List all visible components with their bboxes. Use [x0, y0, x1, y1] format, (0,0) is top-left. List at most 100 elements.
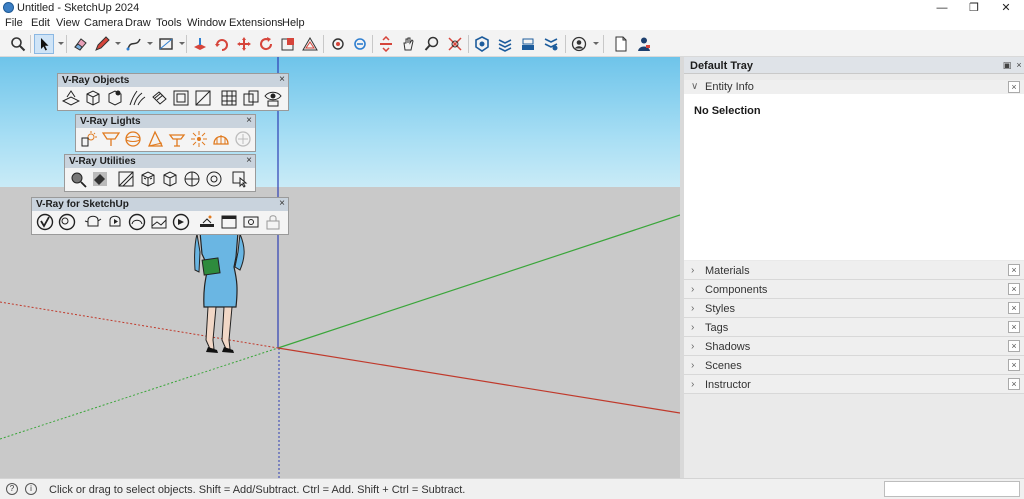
vray-decal-icon[interactable]: [194, 89, 212, 107]
settings-icon[interactable]: [541, 34, 561, 54]
vray-dome-light-icon[interactable]: [212, 130, 230, 148]
vray-spot-light-icon[interactable]: [146, 130, 164, 148]
vray-vfb-icon[interactable]: [220, 213, 238, 231]
menu-extensions[interactable]: Extensions: [229, 17, 283, 29]
vray-enmesh-icon[interactable]: [242, 89, 260, 107]
panel-tags[interactable]: › Tags ×: [684, 318, 1024, 337]
hand-icon[interactable]: [398, 34, 418, 54]
vray-sphere-light-icon[interactable]: [124, 130, 142, 148]
vray-asset-editor-icon[interactable]: [36, 213, 54, 231]
vray-objects-header[interactable]: V-Ray Objects ×: [58, 74, 288, 87]
vray-uv-icon[interactable]: [117, 170, 135, 188]
layers-icon[interactable]: [518, 34, 538, 54]
vray-for-sketchup-header[interactable]: V-Ray for SketchUp ×: [32, 198, 288, 211]
tray-pin-icon[interactable]: ▣: [1002, 60, 1012, 70]
vray-interactive-render-icon[interactable]: [106, 213, 124, 231]
vray-visibility-icon[interactable]: [264, 89, 282, 107]
vray-utilities-close-button[interactable]: ×: [246, 155, 252, 166]
menu-view[interactable]: View: [56, 17, 80, 29]
section-icon[interactable]: [376, 34, 396, 54]
vray-omni-light-icon[interactable]: [190, 130, 208, 148]
rectangle-dropdown-caret[interactable]: [179, 42, 185, 45]
3d-viewport[interactable]: V-Ray Objects × V-Ray Lights × V-Ray Uti…: [0, 57, 680, 478]
extension-icon[interactable]: [495, 34, 515, 54]
panel-styles[interactable]: › Styles ×: [684, 299, 1024, 318]
panel-close-styles[interactable]: ×: [1008, 302, 1020, 314]
push-pull-icon[interactable]: [190, 34, 210, 54]
panel-shadows[interactable]: › Shadows ×: [684, 337, 1024, 356]
vray-mesh-light-icon[interactable]: [234, 130, 252, 148]
vray-plane-icon[interactable]: [62, 89, 80, 107]
menu-tools[interactable]: Tools: [156, 17, 182, 29]
vray-pointer-icon[interactable]: [231, 170, 249, 188]
vray-cube-icon[interactable]: [161, 170, 179, 188]
new-file-icon[interactable]: [611, 34, 631, 54]
panel-close-components[interactable]: ×: [1008, 283, 1020, 295]
panel-instructor[interactable]: › Instructor ×: [684, 375, 1024, 394]
zoom-icon[interactable]: [422, 34, 442, 54]
vray-grid-icon[interactable]: [220, 89, 238, 107]
vray-cloud-render-icon[interactable]: [128, 213, 146, 231]
offset-icon[interactable]: [300, 34, 320, 54]
vray-ies-light-icon[interactable]: [168, 130, 186, 148]
minimize-button[interactable]: —: [926, 0, 958, 16]
pencil-icon[interactable]: [92, 34, 112, 54]
scale-icon[interactable]: [278, 34, 298, 54]
panel-close-instructor[interactable]: ×: [1008, 378, 1020, 390]
eraser-icon[interactable]: [70, 34, 90, 54]
panel-scenes[interactable]: › Scenes ×: [684, 356, 1024, 375]
vray-utilities-header[interactable]: V-Ray Utilities ×: [65, 155, 255, 168]
line-dropdown-caret[interactable]: [147, 42, 153, 45]
move-icon[interactable]: [234, 34, 254, 54]
vray-proxy-icon[interactable]: [84, 89, 102, 107]
menu-window[interactable]: Window: [187, 17, 226, 29]
account-dropdown-caret[interactable]: [593, 42, 599, 45]
vray-box-mapping-icon[interactable]: [139, 170, 157, 188]
restore-button[interactable]: ❐: [958, 0, 990, 16]
info-icon[interactable]: i: [25, 483, 37, 495]
vray-frame-buffer-icon[interactable]: [150, 213, 168, 231]
warehouse-icon[interactable]: [472, 34, 492, 54]
select-dropdown-caret[interactable]: [58, 42, 64, 45]
panel-close-entity-info[interactable]: ×: [1008, 81, 1020, 93]
tray-close-button[interactable]: ×: [1014, 60, 1024, 70]
panel-close-shadows[interactable]: ×: [1008, 340, 1020, 352]
panel-entity-info[interactable]: ∨ Entity Info ×: [684, 80, 1024, 95]
vray-render-icon[interactable]: [58, 213, 76, 231]
menu-camera[interactable]: Camera: [84, 17, 123, 29]
vray-disc-icon[interactable]: [205, 170, 223, 188]
vray-lights-header[interactable]: V-Ray Lights ×: [76, 115, 255, 128]
vray-lock-icon[interactable]: [264, 213, 282, 231]
pan-icon[interactable]: [350, 34, 370, 54]
select-arrow-icon[interactable]: [34, 34, 54, 54]
panel-close-materials[interactable]: ×: [1008, 264, 1020, 276]
vray-lightmix-icon[interactable]: [198, 213, 216, 231]
panel-close-tags[interactable]: ×: [1008, 321, 1020, 333]
zoom-extents-icon[interactable]: [445, 34, 465, 54]
vray-scatter-icon[interactable]: [172, 89, 190, 107]
vray-sphere-map-icon[interactable]: [183, 170, 201, 188]
vray-for-sketchup-close-button[interactable]: ×: [279, 198, 285, 209]
rectangle-icon[interactable]: [156, 34, 176, 54]
panel-components[interactable]: › Components ×: [684, 280, 1024, 299]
close-window-button[interactable]: ✕: [990, 0, 1022, 16]
measurements-box[interactable]: [884, 481, 1020, 497]
search-icon[interactable]: [8, 34, 28, 54]
vray-mesh-icon[interactable]: [106, 89, 124, 107]
vray-objects-close-button[interactable]: ×: [279, 74, 285, 85]
user-icon[interactable]: [634, 34, 654, 54]
help-icon[interactable]: ?: [6, 483, 18, 495]
panel-close-scenes[interactable]: ×: [1008, 359, 1020, 371]
vray-sun-icon[interactable]: [80, 130, 98, 148]
account-icon[interactable]: [569, 34, 589, 54]
pencil-dropdown-caret[interactable]: [115, 42, 121, 45]
menu-file[interactable]: File: [5, 17, 23, 29]
vray-clipper-icon[interactable]: [150, 89, 168, 107]
vray-rect-light-icon[interactable]: [102, 130, 120, 148]
rotate-icon[interactable]: [212, 34, 232, 54]
vray-camera-icon[interactable]: [242, 213, 260, 231]
orbit-icon[interactable]: [328, 34, 348, 54]
vray-lights-close-button[interactable]: ×: [246, 115, 252, 126]
menu-edit[interactable]: Edit: [31, 17, 50, 29]
panel-materials[interactable]: › Materials ×: [684, 261, 1024, 280]
